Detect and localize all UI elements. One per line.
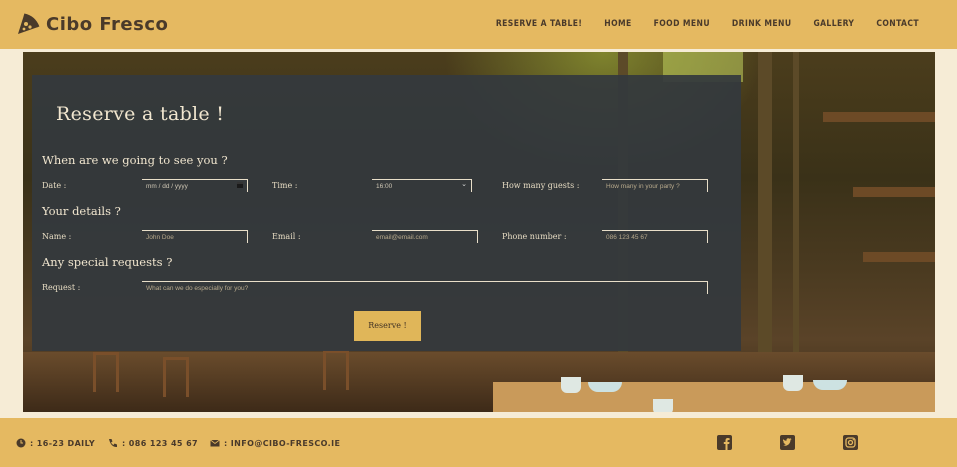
clock-icon	[16, 438, 26, 448]
email-label: Email :	[272, 232, 301, 241]
request-label: Request :	[42, 283, 81, 292]
section-requests: Any special requests ?	[42, 255, 173, 269]
pizza-slice-icon	[18, 13, 40, 34]
time-label: Time :	[272, 181, 298, 190]
phone-text[interactable]: : 086 123 45 67	[122, 439, 198, 448]
request-input[interactable]: What can we do especially for you?	[142, 281, 708, 294]
footer-email: : INFO@CIBO-FRESCO.IE	[210, 438, 340, 448]
brand-name: Cibo Fresco	[46, 13, 169, 35]
nav-gallery[interactable]: GALLERY	[813, 19, 854, 29]
form-title: Reserve a table !	[56, 103, 225, 125]
instagram-icon[interactable]	[843, 435, 858, 450]
email-input[interactable]: email@email.com	[372, 230, 478, 243]
hours-text: : 16-23 DAILY	[30, 438, 96, 448]
nav-reserve[interactable]: RESERVE A TABLE!	[496, 19, 582, 29]
name-label: Name :	[42, 232, 72, 241]
nav-contact[interactable]: CONTACT	[876, 19, 919, 29]
twitter-icon[interactable]	[780, 435, 795, 450]
guests-input[interactable]: How many in your party ?	[602, 179, 708, 192]
main-nav: RESERVE A TABLE! HOME FOOD MENU DRINK ME…	[496, 19, 919, 29]
reserve-button[interactable]: Reserve !	[354, 311, 421, 341]
calendar-icon[interactable]	[237, 182, 243, 188]
site-footer: : 16-23 DAILY : 086 123 45 67 : INFO@CIB…	[0, 418, 957, 467]
section-when: When are we going to see you ?	[42, 153, 228, 167]
nav-drink-menu[interactable]: DRINK MENU	[732, 19, 792, 29]
facebook-icon[interactable]	[717, 435, 732, 450]
guests-label: How many guests :	[502, 181, 580, 190]
nav-home[interactable]: HOME	[604, 19, 631, 29]
date-input[interactable]: mm / dd / yyyy	[142, 179, 248, 192]
envelope-icon	[210, 439, 220, 447]
reservation-form: Reserve a table ! When are we going to s…	[32, 75, 741, 351]
chevron-down-icon: ⌄	[461, 181, 467, 188]
phone-icon	[109, 439, 117, 448]
date-label: Date :	[42, 181, 67, 190]
section-details: Your details ?	[42, 204, 121, 218]
brand-logo[interactable]: Cibo Fresco	[16, 12, 168, 36]
footer-phone: : 086 123 45 67	[108, 438, 198, 448]
phone-label: Phone number :	[502, 232, 567, 241]
time-select[interactable]: 16:00 ⌄	[372, 179, 472, 192]
nav-food-menu[interactable]: FOOD MENU	[654, 19, 710, 29]
phone-input[interactable]: 086 123 45 67	[602, 230, 708, 243]
footer-hours: : 16-23 DAILY	[16, 438, 95, 448]
site-header: Cibo Fresco RESERVE A TABLE! HOME FOOD M…	[0, 0, 957, 49]
name-input[interactable]: John Doe	[142, 230, 248, 243]
email-text[interactable]: : INFO@CIBO-FRESCO.IE	[224, 439, 340, 448]
